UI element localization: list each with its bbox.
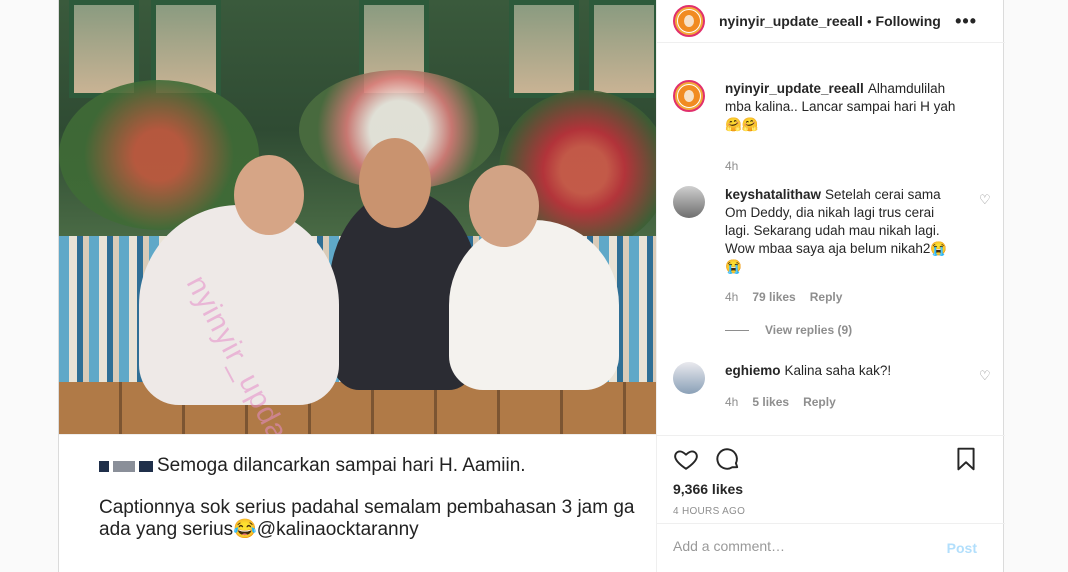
image-caption-line-1: Semoga dilancarkan sampai hari H. Aamiin… xyxy=(99,455,526,477)
avatar[interactable] xyxy=(673,80,705,112)
person-right-head xyxy=(469,165,539,247)
more-horizontal-icon[interactable]: ••• xyxy=(955,12,977,30)
comment-input[interactable] xyxy=(673,538,933,554)
posted-time[interactable]: 4 HOURS AGO xyxy=(673,506,745,517)
post-header: nyinyir_update_reeall • Following ••• xyxy=(657,0,1005,43)
comment-time[interactable]: 4h xyxy=(725,159,738,173)
avatar[interactable] xyxy=(673,186,705,218)
heart-icon[interactable] xyxy=(673,446,699,472)
list-item: nyinyir_update_reeall Alhamdulilah mba ka… xyxy=(673,80,991,173)
post-actions: 9,366 likes 4 HOURS AGO xyxy=(657,435,1005,523)
divider xyxy=(725,329,749,331)
redaction-block xyxy=(113,460,135,472)
avatar[interactable] xyxy=(673,5,705,37)
comments-list: nyinyir_update_reeall Alhamdulilah mba ka… xyxy=(657,70,1005,435)
comment-body: nyinyir_update_reeall Alhamdulilah mba ka… xyxy=(725,80,957,134)
comment-time[interactable]: 4h xyxy=(725,290,738,304)
likes-count[interactable]: 9,366 likes xyxy=(673,481,743,497)
post-container: nyinyir_update_reeall Semoga dilancarkan… xyxy=(58,0,1005,572)
list-item: eghiemo Kalina saha kak?! ♡ 4h 5 likes Re… xyxy=(673,362,991,422)
username-link[interactable]: nyinyir_update_reeall xyxy=(719,13,863,29)
reply-button[interactable]: Reply xyxy=(803,395,836,409)
header-text: nyinyir_update_reeall • Following xyxy=(719,13,941,29)
avatar[interactable] xyxy=(673,362,705,394)
heart-icon[interactable]: ♡ xyxy=(979,193,991,206)
post-media[interactable]: nyinyir_update_reeall Semoga dilancarkan… xyxy=(59,0,657,572)
post-sidebar: nyinyir_update_reeall • Following ••• ny… xyxy=(657,0,1005,572)
view-replies-button[interactable]: View replies (9) xyxy=(725,323,852,337)
comment-text: Kalina saha kak?! xyxy=(784,363,892,378)
bookmark-icon[interactable] xyxy=(953,446,979,472)
comment-username[interactable]: nyinyir_update_reeall xyxy=(725,81,864,96)
background-window xyxy=(509,0,579,98)
background-window xyxy=(589,0,656,98)
image-caption-text-2: Captionnya sok serius padahal semalam pe… xyxy=(99,497,635,540)
action-icons xyxy=(673,446,741,472)
comment-username[interactable]: keyshatalithaw xyxy=(725,187,821,202)
comment-bubble-icon[interactable] xyxy=(715,446,741,472)
avatar-face xyxy=(684,15,694,27)
redaction-block xyxy=(139,460,153,472)
comment-meta: 4h xyxy=(725,159,738,173)
comment-likes[interactable]: 5 likes xyxy=(752,395,789,409)
redaction-block xyxy=(99,460,109,472)
comment-likes[interactable]: 79 likes xyxy=(752,290,795,304)
post-photo: nyinyir_update_reeall xyxy=(59,0,656,434)
person-center-head xyxy=(359,138,431,228)
heart-icon[interactable]: ♡ xyxy=(979,369,991,382)
comment-meta: 4h 79 likes Reply xyxy=(725,290,842,304)
add-comment-bar: Post xyxy=(657,523,1005,572)
comment-username[interactable]: eghiemo xyxy=(725,363,781,378)
person-left-head xyxy=(234,155,304,235)
comment-body: eghiemo Kalina saha kak?! xyxy=(725,362,957,380)
separator-dot: • xyxy=(866,13,872,29)
list-item: keyshatalithaw Setelah cerai sama Om Dedd… xyxy=(673,186,991,337)
image-caption-area: Semoga dilancarkan sampai hari H. Aamiin… xyxy=(59,434,656,572)
comment-meta: 4h 5 likes Reply xyxy=(725,395,836,409)
comment-body: keyshatalithaw Setelah cerai sama Om Dedd… xyxy=(725,186,957,276)
comment-time[interactable]: 4h xyxy=(725,395,738,409)
view-replies-label: View replies (9) xyxy=(765,323,853,337)
person-left xyxy=(139,205,339,405)
image-caption-text-1: Semoga dilancarkan sampai hari H. Aamiin… xyxy=(157,455,526,476)
person-right xyxy=(449,220,619,390)
following-button[interactable]: Following xyxy=(876,13,941,29)
reply-button[interactable]: Reply xyxy=(810,290,843,304)
avatar-face xyxy=(684,90,694,102)
post-button[interactable]: Post xyxy=(947,540,977,556)
